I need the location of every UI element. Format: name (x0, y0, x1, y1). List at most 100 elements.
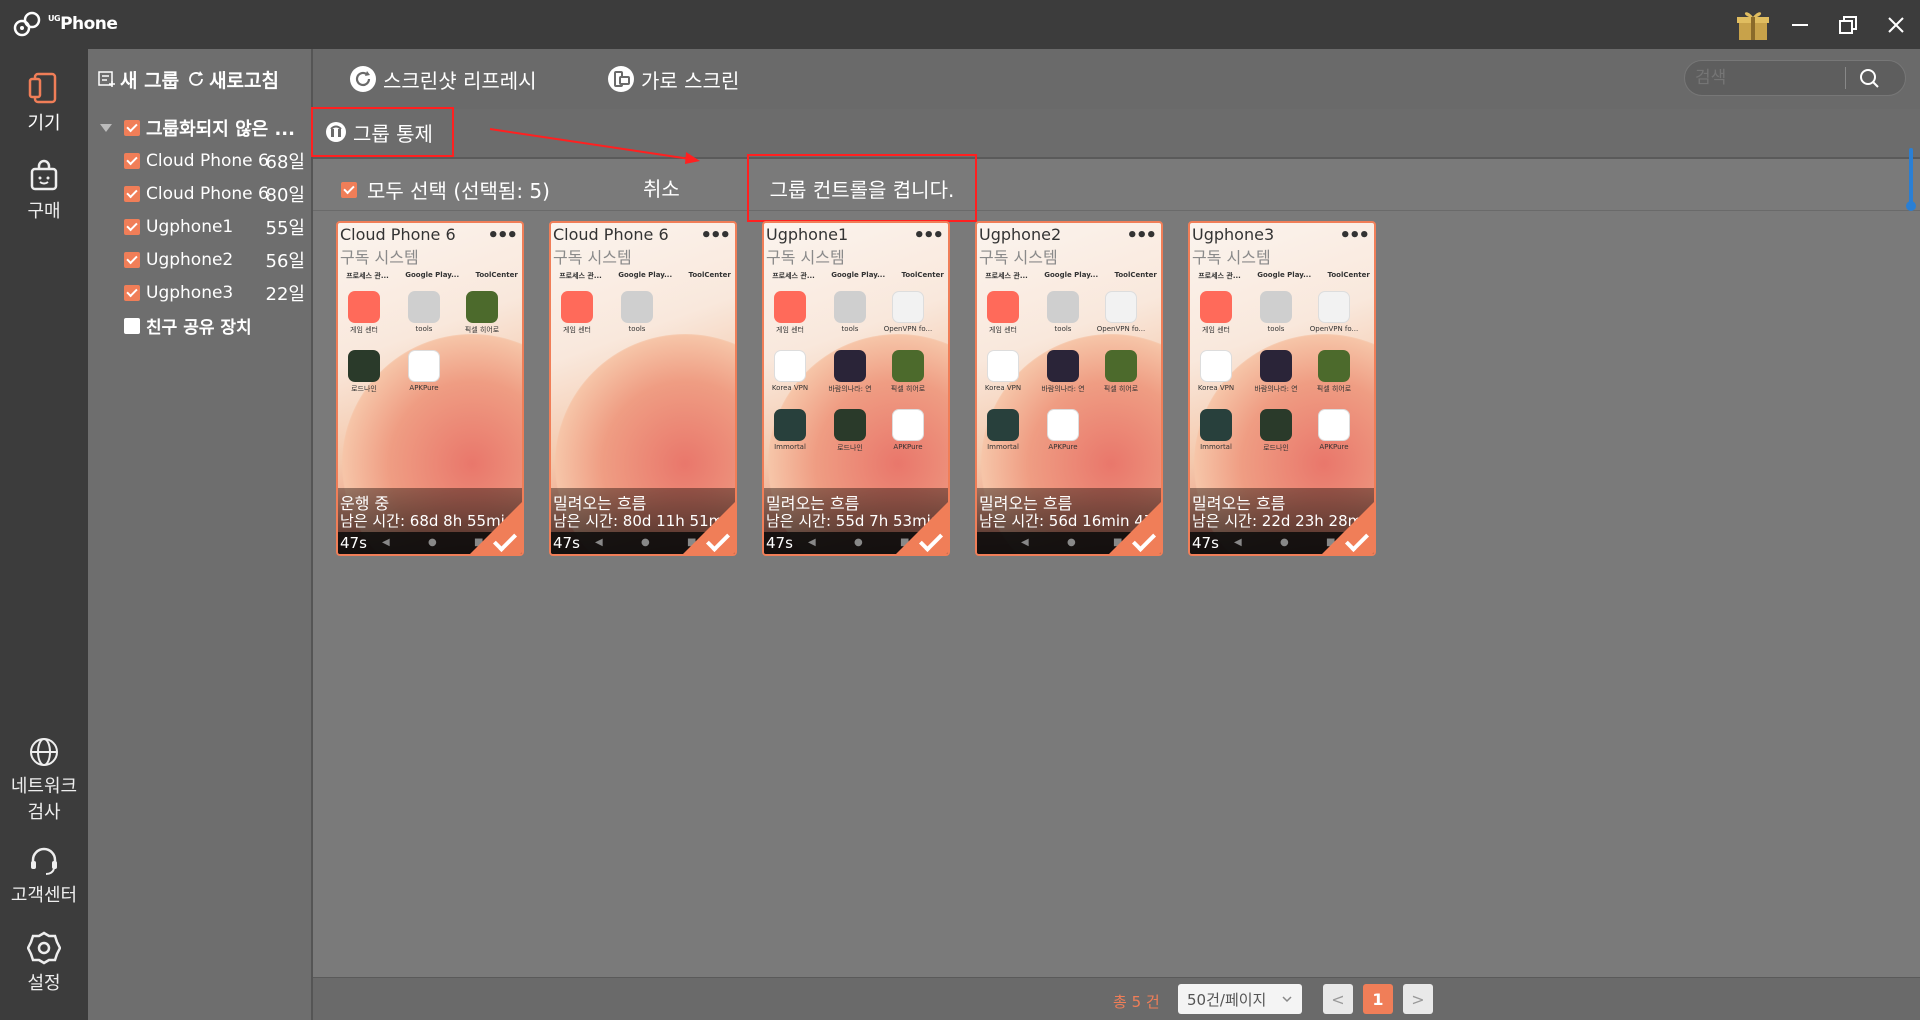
group-control-button[interactable]: 그룹 통제 (311, 107, 454, 157)
app-icon-tile[interactable]: Immortal (1190, 409, 1242, 451)
app-icon-tile[interactable]: 픽셀 히어로 (456, 291, 508, 335)
prev-page-button[interactable]: < (1323, 984, 1353, 1014)
app-icon-tile[interactable]: 픽셀 히어로 (1095, 350, 1147, 394)
app-icon-tile[interactable]: 게임 센터 (551, 291, 603, 335)
nav-item-purchase[interactable]: 구매 (0, 159, 88, 223)
app-icon-tile[interactable]: 바람의나라: 연 (824, 350, 876, 394)
cancel-button[interactable]: 취소 (643, 173, 680, 202)
search-input[interactable] (1685, 68, 1845, 88)
app-icon-tile[interactable]: Immortal (977, 409, 1029, 451)
device-checkbox[interactable] (124, 251, 140, 268)
chevron-down-icon[interactable] (100, 123, 112, 132)
landscape-button[interactable]: 가로 스크린 (607, 63, 739, 95)
app-icon-tile[interactable]: 픽셀 히어로 (882, 350, 934, 394)
minimize-button[interactable] (1776, 0, 1824, 49)
group-row[interactable]: 그룹화되지 않은 ... (88, 111, 313, 144)
more-icon[interactable]: ••• (700, 225, 730, 246)
app-icon-tile[interactable]: 게임 센터 (764, 291, 816, 335)
device-checkbox[interactable] (124, 284, 140, 301)
nav-label: 고객센터 (10, 885, 78, 906)
device-title: Cloud Phone 6 (340, 225, 456, 244)
app-icon-tile[interactable]: APKPure (1037, 409, 1089, 451)
app-icon-tile[interactable]: APKPure (398, 350, 450, 392)
app-icon (348, 291, 380, 323)
app-icon-tile[interactable]: tools (824, 291, 876, 333)
more-icon[interactable]: ••• (1126, 225, 1156, 246)
restore-button[interactable] (1824, 0, 1872, 49)
app-icon-tile[interactable]: 게임 센터 (338, 291, 390, 335)
total-count: 총 5 건 (1113, 993, 1160, 1011)
nav-item-support[interactable]: 고객센터 (0, 845, 88, 907)
app-icon-tile[interactable]: Korea VPN (1190, 350, 1242, 392)
shared-checkbox[interactable] (124, 317, 140, 334)
page-1-button[interactable]: 1 (1363, 984, 1393, 1014)
app-icon-tile[interactable]: Immortal (764, 409, 816, 451)
app-icon-tile[interactable]: APKPure (1308, 409, 1360, 451)
app-icon-tile[interactable]: 바람의나라: 연 (1250, 350, 1302, 394)
app-icon-tile[interactable]: tools (611, 291, 663, 333)
device-row[interactable]: Ugphone2 56일 (88, 243, 313, 276)
app-icon (1318, 409, 1350, 441)
app-icon-tile[interactable]: 바람의나라: 연 (1037, 350, 1089, 394)
app-icon-tile[interactable]: APKPure (882, 409, 934, 451)
more-icon[interactable]: ••• (487, 225, 517, 246)
new-group-button[interactable]: 새 그룹 (98, 66, 179, 93)
app-icon-tile[interactable]: OpenVPN fo... (882, 291, 934, 333)
app-icon-tile[interactable]: tools (1250, 291, 1302, 333)
refresh-button[interactable]: 새로고침 (187, 66, 279, 93)
nav-item-devices[interactable]: 기기 (0, 71, 88, 135)
select-all-checkbox[interactable] (341, 181, 357, 198)
app-icon-tile[interactable]: OpenVPN fo... (1095, 291, 1147, 333)
page-size-select[interactable]: 50건/페이지 (1178, 984, 1302, 1014)
sidebar-header: 새 그룹 새로고침 (88, 49, 313, 109)
app-icon-tile[interactable]: tools (1037, 291, 1089, 333)
app-icon-tile[interactable]: OpenVPN fo... (1308, 291, 1360, 333)
app-icon-tile[interactable]: 로드나인 (338, 350, 390, 394)
app-icon-tile[interactable]: Korea VPN (764, 350, 816, 392)
app-icon-tile[interactable]: 로드나인 (824, 409, 876, 453)
more-icon[interactable]: ••• (1339, 225, 1369, 246)
device-card[interactable]: Cloud Phone 6 구독 시스템 ••• 프로세스 관... Google Pl… (549, 221, 737, 556)
group-checkbox[interactable] (124, 119, 140, 136)
device-row[interactable]: Ugphone1 55일 (88, 210, 313, 243)
device-card[interactable]: Ugphone3 구독 시스템 ••• 프로세스 관... Google Play...… (1188, 221, 1376, 556)
nav-item-settings[interactable]: 설정 (0, 931, 88, 995)
device-card[interactable]: Ugphone1 구독 시스템 ••• 프로세스 관... Google Play...… (762, 221, 950, 556)
app-icon-tile[interactable]: 게임 센터 (1190, 291, 1242, 335)
device-checkbox[interactable] (124, 152, 140, 169)
app-icon-tile[interactable]: 픽셀 히어로 (1308, 350, 1360, 394)
device-row[interactable]: Ugphone3 22일 (88, 276, 313, 309)
device-checkbox[interactable] (124, 185, 140, 202)
device-card[interactable]: Cloud Phone 6 구독 시스템 ••• 프로세스 관... Google Pl… (336, 221, 524, 556)
app-icon (1047, 409, 1079, 441)
app-icon-tile[interactable]: 로드나인 (1250, 409, 1302, 453)
app-icon-tile[interactable]: 게임 센터 (977, 291, 1029, 335)
app-icon (408, 291, 440, 323)
screenshot-refresh-button[interactable]: 스크린샷 리프레시 (349, 63, 537, 95)
app-icon-tile[interactable]: tools (398, 291, 450, 333)
gear-icon (27, 931, 61, 965)
device-row[interactable]: Cloud Phone 6 80일 (88, 177, 313, 210)
home-icon: ● (854, 537, 863, 548)
close-button[interactable] (1872, 0, 1920, 49)
nav-item-network-check[interactable]: 네트워크 검사 (0, 736, 88, 824)
shared-devices-row[interactable]: 친구 공유 장치 (88, 309, 313, 342)
app-icon (561, 291, 593, 323)
app-icon (348, 350, 380, 382)
device-row[interactable]: Cloud Phone 6 68일 (88, 144, 313, 177)
device-days: 56일 (265, 250, 305, 272)
app-name: 픽셀 히어로 (1103, 385, 1139, 393)
search-button[interactable] (1846, 67, 1892, 89)
app-icon (1200, 291, 1232, 323)
more-icon[interactable]: ••• (913, 225, 943, 246)
device-checkbox[interactable] (124, 218, 140, 235)
scrollbar-thumb[interactable] (1906, 148, 1916, 212)
app-name: APKPure (1048, 443, 1078, 451)
device-card[interactable]: Ugphone2 구독 시스템 ••• 프로세스 관... Google Play...… (975, 221, 1163, 556)
gift-icon[interactable] (1736, 8, 1770, 42)
app-name: 로드나인 (837, 444, 863, 452)
select-all-toggle[interactable]: 모두 선택 (선택됨: 5) (341, 175, 550, 204)
next-page-button[interactable]: > (1403, 984, 1433, 1014)
app-label: Google Play... (618, 271, 673, 279)
app-icon-tile[interactable]: Korea VPN (977, 350, 1029, 392)
